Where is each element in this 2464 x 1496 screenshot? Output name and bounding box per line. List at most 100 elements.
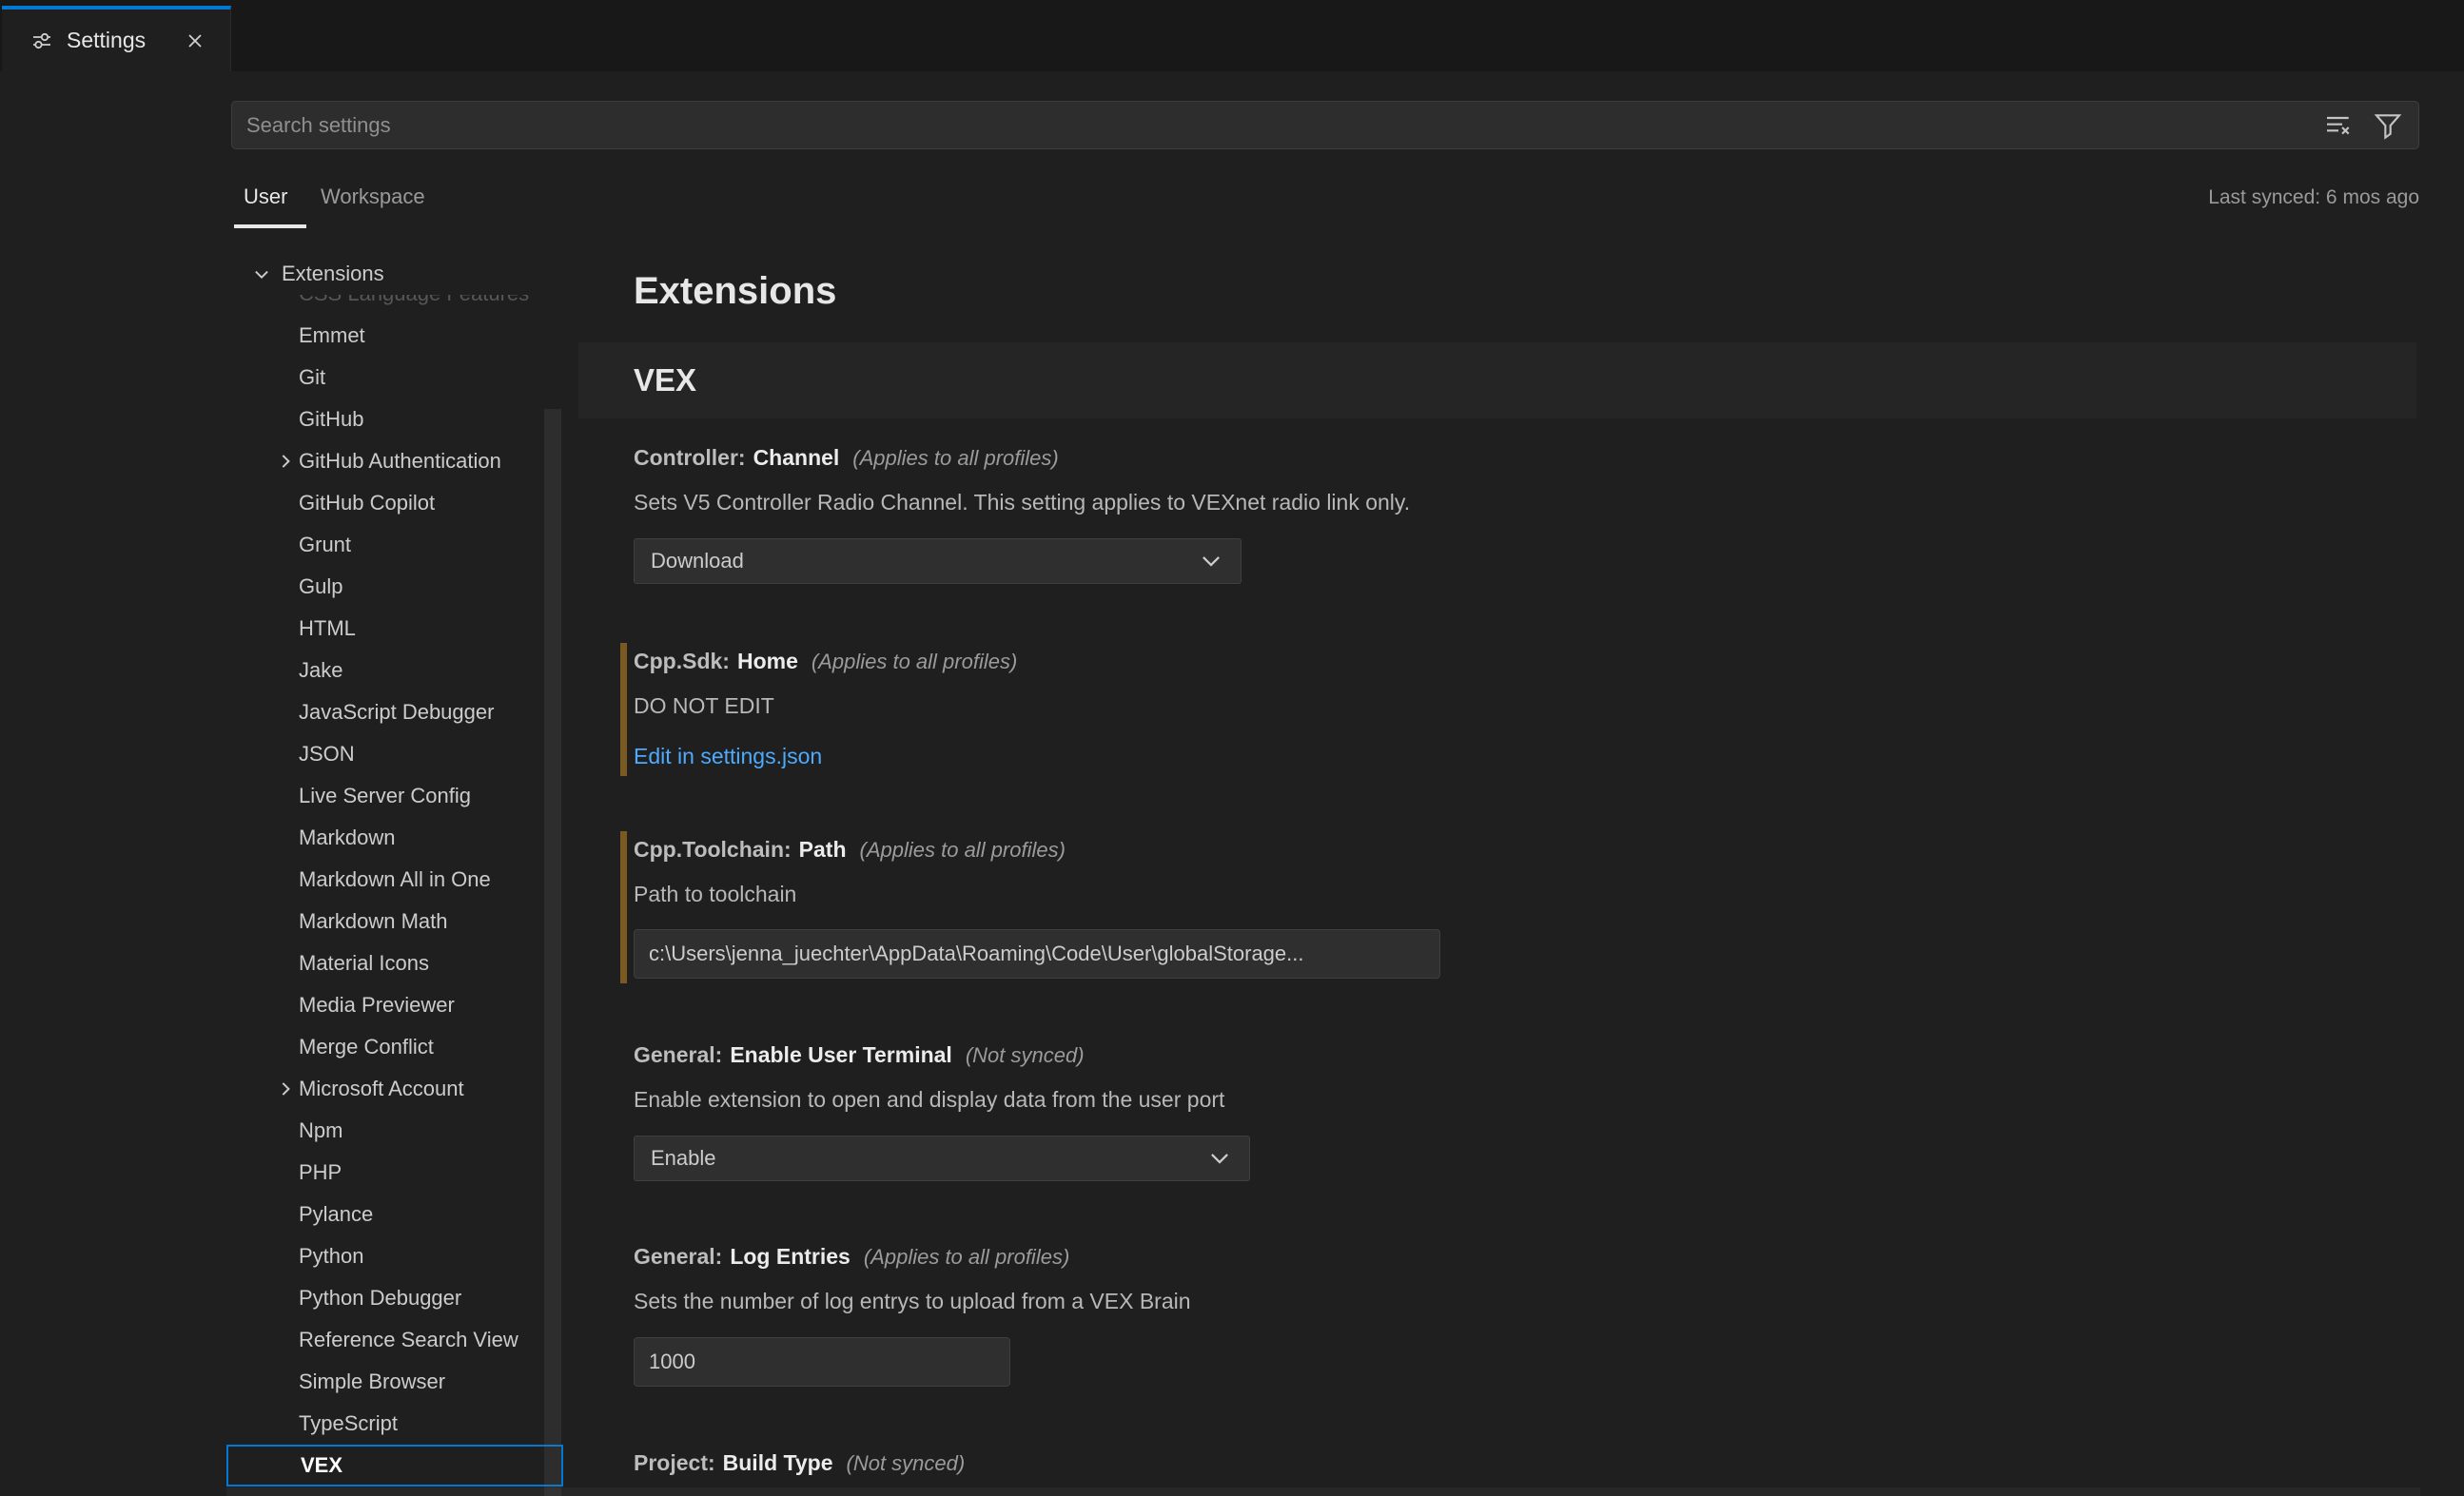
setting-category: General: — [634, 1244, 722, 1270]
tree-item-typescript[interactable]: TypeScript — [226, 1403, 563, 1445]
tree-item-gulp[interactable]: Gulp — [226, 566, 563, 608]
setting-name: Path — [799, 837, 847, 863]
tree-item-json[interactable]: JSON — [226, 733, 563, 775]
setting-select[interactable]: Enable — [634, 1136, 1250, 1181]
tree-item-npm[interactable]: Npm — [226, 1110, 563, 1152]
setting-enable-user-terminal: General:Enable User Terminal(Not synced)… — [634, 1042, 2403, 1195]
setting-description: DO NOT EDIT — [634, 693, 774, 719]
setting-select[interactable]: Download — [634, 538, 1242, 584]
tree-item-label: Python — [299, 1244, 364, 1269]
modified-indicator-bar — [620, 643, 627, 776]
tree-item-label: Live Server Config — [299, 784, 471, 808]
setting-category: Project: — [634, 1450, 715, 1476]
chevron-right-icon[interactable] — [274, 449, 299, 474]
setting-scope-label: (Applies to all profiles) — [812, 650, 1017, 674]
select-value: Download — [651, 549, 1199, 573]
setting-name: Home — [737, 649, 798, 674]
chevron-down-icon[interactable] — [249, 262, 274, 286]
setting-title: Cpp.Sdk: Home (Applies to all profiles) — [634, 649, 1017, 677]
tree-item-label: Simple Browser — [299, 1370, 445, 1394]
setting-category: Cpp.Sdk: — [634, 649, 730, 674]
tree-item-label: Grunt — [299, 533, 351, 557]
tree-item-label: Merge Conflict — [299, 1035, 434, 1059]
chevron-right-icon[interactable] — [274, 1077, 299, 1101]
section-label: VEX — [634, 362, 696, 398]
tree-item-label: Markdown Math — [299, 909, 448, 934]
edit-in-settings-json-link[interactable]: Edit in settings.json — [634, 744, 822, 769]
tree-item-microsoft-account[interactable]: Microsoft Account — [226, 1068, 563, 1110]
tree-item-label: Microsoft Account — [299, 1077, 464, 1101]
setting-name: Channel — [753, 445, 840, 471]
tree-item-media-previewer[interactable]: Media Previewer — [226, 984, 563, 1026]
setting-name: Build Type — [723, 1450, 833, 1476]
setting-description: Sets the number of log entrys to upload … — [634, 1289, 1191, 1314]
tree-item-label: Markdown All in One — [299, 867, 491, 892]
tree-item-vex[interactable]: VEX — [226, 1445, 563, 1486]
tree-item-label: VEX — [301, 1453, 342, 1478]
tree-item-label: GitHub — [299, 407, 363, 432]
tree-item-php[interactable]: PHP — [226, 1152, 563, 1194]
tree-item-merge-conflict[interactable]: Merge Conflict — [226, 1026, 563, 1068]
tree-item-label: Git — [299, 365, 325, 390]
chevron-down-icon — [1207, 1146, 1232, 1171]
settings-content: Extensions VEX Controller: Channel (Applie… — [567, 0, 2464, 1496]
setting-title: General:Enable User Terminal(Not synced) — [634, 1042, 1085, 1071]
tree-item-label: JSON — [299, 742, 355, 767]
tree-item-extensions-root[interactable]: Extensions — [226, 253, 563, 295]
tree-item-label: Gulp — [299, 574, 342, 599]
setting-description: Sets V5 Controller Radio Channel. This s… — [634, 490, 1410, 515]
setting-name: Log Entries — [730, 1244, 851, 1270]
setting-scope-label: (Applies to all profiles) — [864, 1245, 1069, 1270]
tree-item-label: Npm — [299, 1118, 342, 1143]
tree-item-material-icons[interactable]: Material Icons — [226, 942, 563, 984]
setting-number-input[interactable] — [634, 1337, 1010, 1387]
tree-item-pylance[interactable]: Pylance — [226, 1194, 563, 1235]
tree-item-reference-search-view[interactable]: Reference Search View — [226, 1319, 563, 1361]
page-title: Extensions — [634, 270, 836, 313]
setting-category: Controller: — [634, 445, 746, 471]
tree-item-label: GitHub Authentication — [299, 449, 501, 474]
tree-item-label: PHP — [299, 1160, 342, 1185]
tree-item-python-debugger[interactable]: Python Debugger — [226, 1277, 563, 1319]
tree-item-emmet[interactable]: Emmet — [226, 315, 563, 357]
tree-item-label: Material Icons — [299, 951, 429, 976]
setting-title: Controller: Channel (Applies to all profil… — [634, 445, 1059, 474]
tree-item-label: Markdown — [299, 826, 395, 850]
tree-item-label: GitHub Copilot — [299, 491, 435, 515]
setting-title: Project:Build Type(Not synced) — [634, 1450, 965, 1479]
setting-scope-label: (Applies to all profiles) — [852, 446, 1058, 471]
setting-channel: Controller: Channel (Applies to all profil… — [634, 445, 2403, 597]
tree-item-label: Media Previewer — [299, 993, 455, 1018]
setting-log-entries: General: Log Entries (Applies to all profi… — [634, 1244, 2403, 1396]
tree-item-github-copilot[interactable]: GitHub Copilot — [226, 482, 563, 524]
tree-item-javascript-debugger[interactable]: JavaScript Debugger — [226, 691, 563, 733]
tab-settings[interactable]: Settings — [2, 6, 231, 71]
setting-home: Cpp.Sdk: Home (Applies to all profiles) DO … — [634, 649, 2403, 801]
tree-scrollbar[interactable] — [544, 409, 561, 1496]
tree-item-simple-browser[interactable]: Simple Browser — [226, 1361, 563, 1403]
tree-item-github-authentication[interactable]: GitHub Authentication — [226, 440, 563, 482]
setting-scope-label: (Not synced) — [966, 1043, 1085, 1068]
close-icon[interactable] — [179, 25, 211, 57]
settings-tree: CSS Language Features Extensions EmmetGi… — [226, 0, 563, 1496]
tree-item-html[interactable]: HTML — [226, 608, 563, 650]
section-header-vex: VEX — [578, 342, 2416, 418]
tree-item-markdown-math[interactable]: Markdown Math — [226, 901, 563, 942]
tree-item-git[interactable]: Git — [226, 357, 563, 398]
settings-sliders-icon — [30, 29, 53, 52]
tree-item-grunt[interactable]: Grunt — [226, 524, 563, 566]
setting-path: Cpp.Toolchain:Path(Applies to all profil… — [634, 837, 2403, 989]
tree-item-live-server-config[interactable]: Live Server Config — [226, 775, 563, 817]
tree-item-label: Reference Search View — [299, 1328, 518, 1352]
modified-indicator-bar — [620, 831, 627, 983]
tab-title: Settings — [67, 28, 179, 53]
tree-item-jake[interactable]: Jake — [226, 650, 563, 691]
setting-text-input[interactable] — [634, 929, 1440, 979]
tree-item-python[interactable]: Python — [226, 1235, 563, 1277]
settings-editor: Settings Search settings — [0, 0, 2464, 1496]
setting-title: General: Log Entries (Applies to all profi… — [634, 1244, 1069, 1273]
tree-item-github[interactable]: GitHub — [226, 398, 563, 440]
tree-item-markdown-all-in-one[interactable]: Markdown All in One — [226, 859, 563, 901]
setting-category: General: — [634, 1042, 722, 1068]
tree-item-markdown[interactable]: Markdown — [226, 817, 563, 859]
